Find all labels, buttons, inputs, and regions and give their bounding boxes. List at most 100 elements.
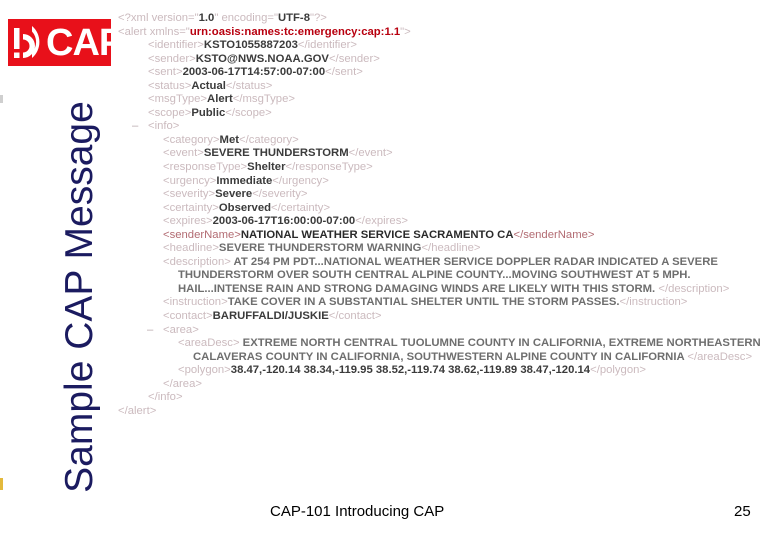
xml-line: <polygon>38.47,-120.14 38.34,-119.95 38.… [118, 364, 773, 378]
page-title: Sample CAP Message [58, 101, 101, 493]
xml-tag: <status> [148, 79, 192, 92]
xml-attribute-value: urn:oasis:names:tc:emergency:cap:1.1 [189, 25, 401, 38]
xml-element-text: Shelter [247, 161, 286, 174]
xml-tag: </contact> [328, 310, 382, 323]
xml-element-text: 38.47,-120.14 38.34,-119.95 38.52,-119.7… [230, 364, 591, 377]
xml-line: <certainty>Observed</certainty> [118, 202, 773, 216]
xml-element-text: Alert [207, 93, 233, 106]
xml-tag: " encoding=" [214, 12, 278, 24]
xml-line: <description> AT 254 PM PDT...NATIONAL W… [118, 256, 773, 297]
xml-element-text: Observed [218, 201, 272, 214]
xml-tag: <certainty> [163, 201, 219, 214]
xml-tag: </certainty> [271, 201, 331, 214]
xml-line: – <area> [118, 324, 773, 338]
xml-tag: </instruction> [619, 296, 688, 309]
xml-line: <senderName>NATIONAL WEATHER SERVICE SAC… [118, 229, 773, 243]
cap-alert-signal-icon [14, 25, 40, 58]
xml-element-text: EXTREME NORTH CENTRAL TUOLUMNE COUNTY IN… [193, 337, 761, 363]
xml-tag: </urgency> [272, 174, 329, 187]
xml-element-text: 1.0 [198, 12, 215, 24]
xml-tag: <identifier> [148, 39, 204, 52]
xml-element-text: KSTO@NWS.NOAA.GOV [195, 52, 329, 65]
xml-line: </alert> [118, 405, 773, 419]
xml-tag: <description> [163, 255, 231, 268]
cap-logo: CAP [8, 19, 124, 66]
xml-line: <instruction>TAKE COVER IN A SUBSTANTIAL… [118, 296, 773, 310]
xml-tag: </status> [225, 79, 273, 92]
xml-line: <responseType>Shelter</responseType> [118, 161, 773, 175]
xml-element-text: BARUFFALDI/JUSKIE [212, 310, 329, 323]
cap-xml-sample: <?xml version="1.0" encoding="UTF-8"?> <a… [118, 12, 773, 418]
xml-element-text: Public [191, 106, 226, 119]
xml-tag: <expires> [163, 215, 213, 228]
edge-artifact-top [0, 95, 3, 103]
xml-tag: "> [400, 25, 411, 38]
xml-line: – <info> [118, 120, 773, 134]
xml-tag: <category> [163, 133, 220, 146]
xml-tag: </areaDesc> [687, 350, 753, 363]
xml-element-text: Immediate [216, 174, 273, 187]
xml-tag: <sent> [148, 66, 183, 79]
xml-tag: <instruction> [163, 296, 228, 309]
xml-tag: <urgency> [163, 174, 217, 187]
xml-line: <sender>KSTO@NWS.NOAA.GOV</sender> [118, 53, 773, 67]
cap-logo-wordmark: CAP [46, 21, 124, 64]
xml-line: <scope>Public</scope> [118, 107, 773, 121]
xml-tag: <contact> [163, 310, 213, 323]
xml-line: <identifier>KSTO1055887203</identifier> [118, 39, 773, 53]
xml-line: <expires>2003-06-17T16:00:00-07:00</expi… [118, 215, 773, 229]
xml-line: </info> [118, 391, 773, 405]
xml-tag: </description> [658, 282, 730, 295]
xml-tag: </polygon> [590, 364, 646, 377]
xml-tag: <responseType> [163, 161, 248, 174]
xml-tag: <areaDesc> [178, 337, 240, 350]
xml-element-text: SEVERE THUNDERSTORM WARNING [218, 242, 422, 255]
xml-line: <sent>2003-06-17T14:57:00-07:00</sent> [118, 66, 773, 80]
xml-line: <?xml version="1.0" encoding="UTF-8"?> [118, 12, 773, 26]
xml-tag: </info> [148, 391, 183, 404]
xml-tag: </senderName> [513, 228, 595, 241]
xml-tag: <alert xmlns=" [118, 25, 190, 38]
xml-element-text: Actual [191, 79, 226, 92]
xml-tag: <area> [163, 323, 199, 336]
xml-tag: </scope> [225, 106, 272, 119]
xml-tag: <severity> [163, 188, 216, 201]
xml-element-text: AT 254 PM PDT...NATIONAL WEATHER SERVICE… [178, 255, 718, 295]
xml-element-text: Met [219, 133, 239, 146]
xml-line: <urgency>Immediate</urgency> [118, 175, 773, 189]
xml-element-text: 2003-06-17T16:00:00-07:00 [212, 215, 356, 228]
xml-line: <areaDesc> EXTREME NORTH CENTRAL TUOLUMN… [118, 337, 773, 364]
xml-tag: <polygon> [178, 364, 231, 377]
xml-collapse-toggle[interactable]: – [132, 120, 138, 134]
xml-line: <category>Met</category> [118, 134, 773, 148]
xml-tag: </category> [239, 133, 299, 146]
footer-title: CAP-101 Introducing CAP [270, 503, 445, 520]
xml-tag: <msgType> [148, 93, 208, 106]
xml-tag: <scope> [148, 106, 192, 119]
xml-line: <status>Actual</status> [118, 80, 773, 94]
xml-tag: <?xml version=" [118, 12, 199, 24]
edge-artifact-bottom [0, 478, 3, 490]
xml-element-text: UTF-8 [277, 12, 310, 24]
xml-tag: "?> [309, 12, 327, 24]
xml-tag: <senderName> [163, 228, 241, 241]
xml-collapse-toggle[interactable]: – [147, 324, 153, 338]
xml-tag: </headline> [421, 242, 481, 255]
xml-tag: </expires> [355, 215, 408, 228]
xml-element-text: TAKE COVER IN A SUBSTANTIAL SHELTER UNTI… [227, 296, 620, 309]
xml-element-text: 2003-06-17T14:57:00-07:00 [182, 66, 326, 79]
xml-element-text: KSTO1055887203 [203, 39, 298, 52]
xml-tag: </sender> [328, 52, 380, 65]
xml-tag: <headline> [163, 242, 219, 255]
xml-line: <contact>BARUFFALDI/JUSKIE</contact> [118, 310, 773, 324]
xml-element-text: SEVERE THUNDERSTORM [203, 147, 349, 160]
xml-tag: <event> [163, 147, 204, 160]
xml-line: <event>SEVERE THUNDERSTORM</event> [118, 147, 773, 161]
xml-tag: </msgType> [232, 93, 295, 106]
xml-element-text: NATIONAL WEATHER SERVICE SACRAMENTO CA [240, 228, 514, 241]
xml-line: <alert xmlns="urn:oasis:names:tc:emergen… [118, 26, 773, 40]
xml-line: </area> [118, 378, 773, 392]
xml-tag: </event> [348, 147, 393, 160]
xml-line: <msgType>Alert</msgType> [118, 93, 773, 107]
xml-tag: <info> [148, 120, 180, 133]
